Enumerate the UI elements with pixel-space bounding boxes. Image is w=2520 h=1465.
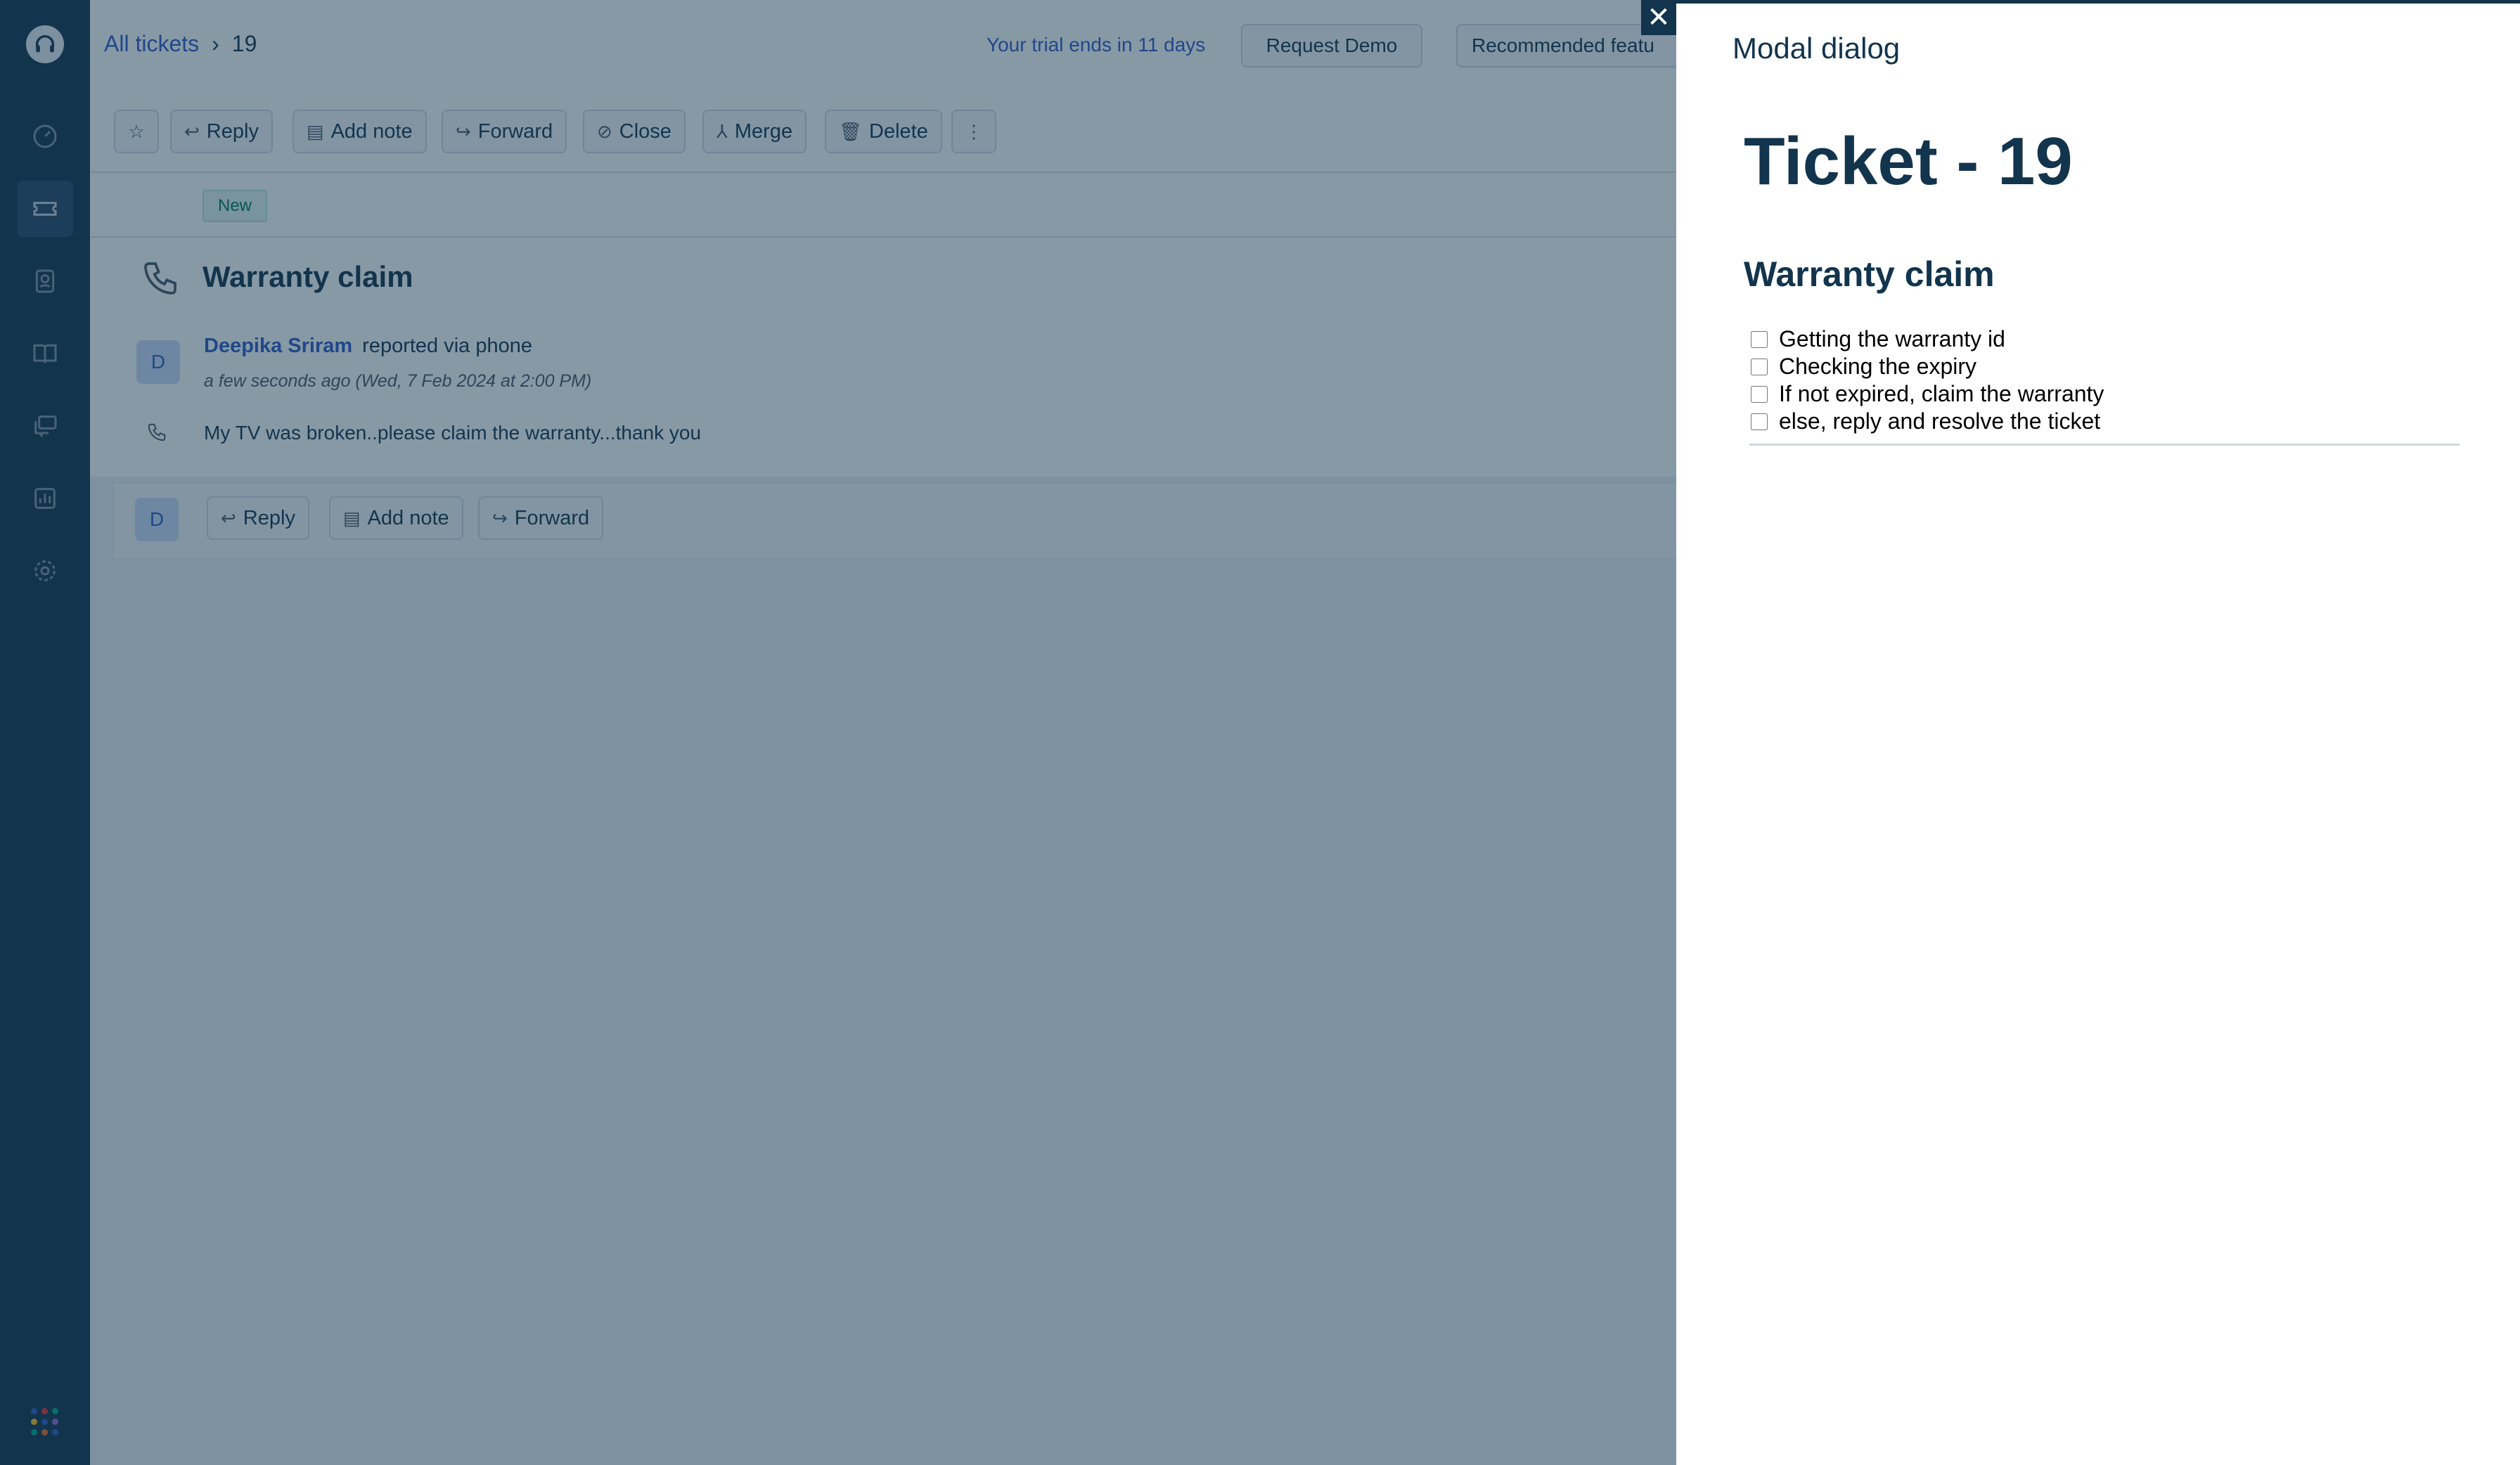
modal-ticket-title: Ticket - 19	[1744, 124, 2073, 199]
checklist-item[interactable]: Getting the warranty id	[1749, 325, 2460, 353]
checklist-label: else, reply and resolve the ticket	[1779, 408, 2101, 434]
checklist-checkbox[interactable]	[1751, 330, 1768, 348]
close-modal-button[interactable]: ✕	[1641, 0, 1676, 35]
modal-dialog: Modal dialog Ticket - 19 Warranty claim …	[1676, 0, 2520, 1465]
checklist-checkbox[interactable]	[1751, 358, 1768, 375]
checklist-item[interactable]: If not expired, claim the warranty	[1749, 380, 2460, 408]
checklist-checkbox[interactable]	[1751, 385, 1768, 403]
checklist-label: If not expired, claim the warranty	[1779, 381, 2104, 406]
checklist-item[interactable]: Checking the expiry	[1749, 353, 2460, 380]
checklist-item[interactable]: else, reply and resolve the ticket	[1749, 408, 2460, 435]
modal-subtitle: Warranty claim	[1744, 254, 1995, 294]
checklist: Getting the warranty id Checking the exp…	[1749, 325, 2460, 446]
checklist-label: Getting the warranty id	[1779, 326, 2005, 351]
modal-backdrop[interactable]	[0, 0, 1676, 1465]
close-icon: ✕	[1647, 2, 1671, 33]
checklist-checkbox[interactable]	[1751, 413, 1768, 430]
checklist-label: Checking the expiry	[1779, 354, 1977, 379]
modal-heading: Modal dialog	[1732, 32, 1901, 65]
